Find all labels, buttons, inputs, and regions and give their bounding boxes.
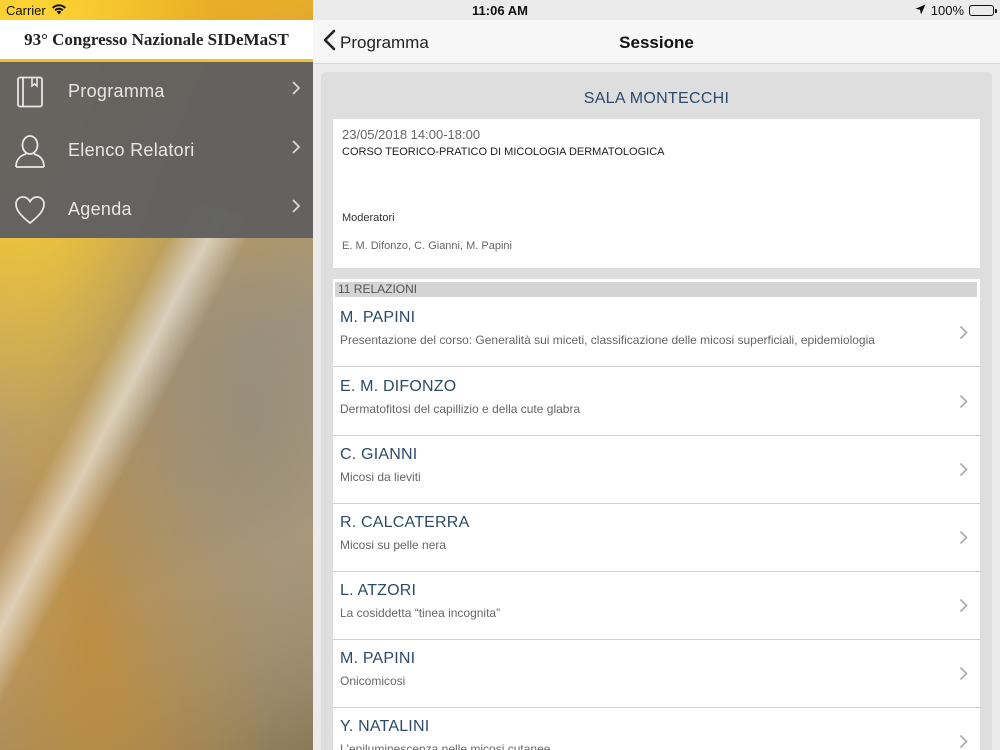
sidebar: 93° Congresso Nazionale SIDeMaST Program…: [0, 0, 313, 750]
moderators-label: Moderatori: [342, 212, 395, 224]
talk-title: Onicomicosi: [340, 674, 406, 688]
chevron-right-icon: [959, 325, 968, 345]
sidebar-item-label: Programma: [68, 81, 165, 101]
chevron-right-icon: [959, 394, 968, 414]
battery-percent: 100%: [930, 3, 964, 18]
book-icon: [14, 75, 46, 109]
status-right: 100%: [915, 3, 997, 18]
chevron-right-icon: [959, 666, 968, 686]
chevron-right-icon: [959, 530, 968, 550]
sidebar-item-agenda[interactable]: Agenda: [0, 180, 313, 239]
session-name: CORSO TEORICO-PRATICO DI MICOLOGIA DERMA…: [342, 146, 665, 158]
moderators-names: E. M. Difonzo, C. Gianni, M. Papini: [342, 240, 512, 252]
chevron-right-icon: [959, 734, 968, 750]
session-datetime: 23/05/2018 14:00-18:00: [342, 127, 481, 142]
speaker-name: M. PAPINI: [340, 309, 416, 326]
sidebar-menu: Programma Elenco Relatori Agenda: [0, 62, 313, 238]
sidebar-item-elenco-relatori[interactable]: Elenco Relatori: [0, 121, 313, 180]
relazioni-header: 11 RELAZIONI: [335, 282, 977, 297]
list-item[interactable]: L. ATZORI La cosiddetta “tinea incognita…: [333, 572, 980, 640]
location-arrow-icon: [915, 3, 926, 18]
chevron-right-icon: [959, 462, 968, 482]
status-bar: Carrier 11:06 AM 100%: [0, 0, 1000, 20]
talk-title: Micosi da lieviti: [340, 470, 421, 484]
talk-title: Dermatofitosi del capillizio e della cut…: [340, 402, 581, 416]
sidebar-header: 93° Congresso Nazionale SIDeMaST: [0, 20, 313, 62]
speaker-name: M. PAPINI: [340, 650, 416, 667]
list-item[interactable]: M. PAPINI Presentazione del corso: Gener…: [333, 299, 980, 367]
chevron-right-icon: [291, 198, 301, 219]
talk-title: La cosiddetta “tinea incognita”: [340, 606, 501, 620]
status-time: 11:06 AM: [472, 3, 528, 18]
list-item[interactable]: C. GIANNI Micosi da lieviti: [333, 436, 980, 504]
list-item[interactable]: M. PAPINI Onicomicosi: [333, 640, 980, 708]
session-detail: SALA MONTECCHI 23/05/2018 14:00-18:00 CO…: [321, 72, 992, 750]
talk-title: L'epiluminescenza nelle micosi cutanee: [340, 742, 551, 750]
main-panel: Programma Sessione SALA MONTECCHI 23/05/…: [313, 0, 1000, 750]
sidebar-item-label: Elenco Relatori: [68, 140, 195, 160]
sidebar-item-label: Agenda: [68, 199, 132, 219]
sidebar-item-programma[interactable]: Programma: [0, 62, 313, 121]
list-item[interactable]: R. CALCATERRA Micosi su pelle nera: [333, 504, 980, 572]
speaker-name: E. M. DIFONZO: [340, 378, 457, 395]
talk-title: Presentazione del corso: Generalità sui …: [340, 333, 875, 347]
speaker-name: C. GIANNI: [340, 446, 418, 463]
page-title: Sessione: [619, 33, 694, 52]
speaker-name: R. CALCATERRA: [340, 514, 470, 531]
person-icon: [14, 134, 46, 168]
heart-icon: [14, 193, 46, 227]
speaker-name: L. ATZORI: [340, 582, 417, 599]
list-item[interactable]: Y. NATALINI L'epiluminescenza nelle mico…: [333, 708, 980, 750]
congress-title: 93° Congresso Nazionale SIDeMaST: [24, 29, 289, 49]
battery-icon: [969, 5, 997, 16]
chevron-right-icon: [291, 80, 301, 101]
chevron-right-icon: [291, 139, 301, 160]
list-item[interactable]: E. M. DIFONZO Dermatofitosi del capilliz…: [333, 368, 980, 436]
navigation-bar: Programma Sessione: [313, 20, 1000, 64]
speaker-name: Y. NATALINI: [340, 718, 430, 735]
room-title: SALA MONTECCHI: [583, 90, 730, 107]
session-card: 23/05/2018 14:00-18:00 CORSO TEORICO-PRA…: [333, 119, 980, 268]
chevron-right-icon: [959, 598, 968, 618]
talk-title: Micosi su pelle nera: [340, 538, 447, 552]
relazioni-list: 11 RELAZIONI M. PAPINI Presentazione del…: [333, 279, 980, 750]
